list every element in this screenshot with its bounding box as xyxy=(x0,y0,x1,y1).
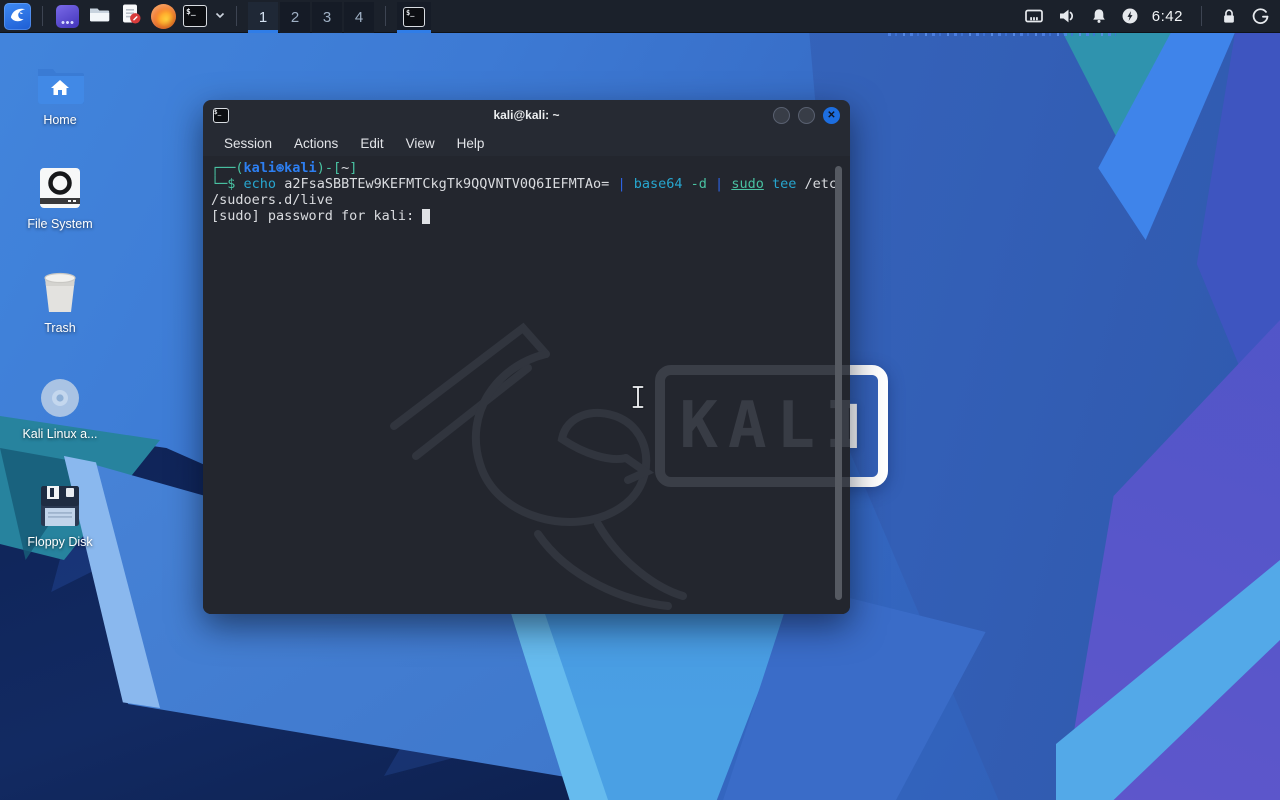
kali-dragon-watermark xyxy=(390,322,687,610)
workspace-pager: 1 2 3 4 xyxy=(248,0,374,33)
floppy-disk-icon xyxy=(8,478,112,528)
home-folder-icon xyxy=(8,56,112,106)
workspace-2[interactable]: 2 xyxy=(280,1,310,33)
menu-session[interactable]: Session xyxy=(213,136,283,151)
taskbar-item-terminal[interactable]: $_ xyxy=(397,1,431,33)
desktop-icon-home[interactable]: Home xyxy=(8,56,112,127)
minimize-button[interactable] xyxy=(773,106,790,124)
window-titlebar[interactable]: $_ kali@kali: ~ ✕ xyxy=(203,100,850,130)
terminal-line: └─$ echo a2FsaSBBTEw9KEFMTCkgTk9QQVNTV0Q… xyxy=(211,176,838,192)
panel-separator xyxy=(42,6,43,26)
menu-view[interactable]: View xyxy=(395,136,446,151)
desktop-root: KALI xyxy=(0,0,1280,800)
terminal-icon: $_ xyxy=(403,7,425,27)
document-edit-icon xyxy=(119,2,143,31)
window-manager-launcher[interactable] xyxy=(54,3,80,29)
terminal-line: /sudoers.d/live xyxy=(211,192,333,208)
terminal-line: [sudo] password for kali: xyxy=(211,208,842,224)
desktop-icon-kali-linux[interactable]: Kali Linux a... xyxy=(8,370,112,441)
desktop-icon-floppy-disk[interactable]: Floppy Disk xyxy=(8,478,112,549)
firefox-launcher[interactable] xyxy=(150,3,176,29)
clock[interactable]: 6:42 xyxy=(1152,8,1183,25)
desktop-icon-label: Kali Linux a... xyxy=(22,427,98,441)
desktop-icon-trash[interactable]: Trash xyxy=(8,264,112,335)
window-terminal-icon: $_ xyxy=(213,107,229,123)
terminal-launcher[interactable]: $_ xyxy=(182,3,208,29)
text-editor-launcher[interactable] xyxy=(118,3,144,29)
kali-dragon-icon xyxy=(8,4,27,28)
chevron-down-icon[interactable] xyxy=(215,10,225,22)
terminal-line: ┌──(kali⊛kali)-[~] xyxy=(211,160,358,176)
kali-menu-button[interactable] xyxy=(4,2,31,30)
desktop-icon-label: File System xyxy=(27,217,93,231)
optical-disc-icon xyxy=(8,370,112,420)
terminal-window: $_ kali@kali: ~ ✕ Session Actions Edit V… xyxy=(203,100,850,614)
workspace-4[interactable]: 4 xyxy=(344,1,374,33)
notifications-bell-icon[interactable] xyxy=(1090,7,1108,25)
menu-edit[interactable]: Edit xyxy=(349,136,394,151)
top-panel: $_ 1 2 3 4 $_ 6:42 xyxy=(0,0,1280,33)
menu-actions[interactable]: Actions xyxy=(283,136,349,151)
window-title: kali@kali: ~ xyxy=(493,108,560,122)
lock-screen-icon[interactable] xyxy=(1220,7,1238,25)
terminal-scrollbar[interactable] xyxy=(835,166,842,600)
kali-logo-watermark: KALI xyxy=(655,365,850,487)
folder-icon xyxy=(87,2,111,31)
log-out-icon[interactable] xyxy=(1251,7,1270,26)
file-manager-launcher[interactable] xyxy=(86,3,112,29)
desktop-icon-label: Trash xyxy=(44,321,76,335)
ethernet-network-icon[interactable] xyxy=(1024,7,1044,25)
close-button[interactable]: ✕ xyxy=(823,106,840,124)
terminal-content[interactable]: KALI ┌──(kali⊛kali)-[~]└─$ echo a2FsaSBB… xyxy=(203,156,850,614)
trash-bucket-icon xyxy=(8,264,112,314)
desktop-icon-label: Home xyxy=(43,113,77,127)
hard-drive-icon xyxy=(8,160,112,210)
terminal-icon: $_ xyxy=(183,5,207,27)
workspace-3[interactable]: 3 xyxy=(312,1,342,33)
window-manager-icon xyxy=(55,4,79,28)
firefox-icon xyxy=(150,3,176,29)
desktop-icon-file-system[interactable]: File System xyxy=(8,160,112,231)
power-manager-icon[interactable] xyxy=(1121,7,1139,25)
panel-separator xyxy=(1201,6,1202,26)
menu-help[interactable]: Help xyxy=(446,136,496,151)
terminal-menubar: Session Actions Edit View Help xyxy=(203,130,850,156)
panel-separator xyxy=(236,6,237,26)
maximize-button[interactable] xyxy=(798,106,815,124)
desktop-icon-label: Floppy Disk xyxy=(27,535,93,549)
terminal-output: ┌──(kali⊛kali)-[~] └─$ echo a2FsaSBBTEw9K… xyxy=(203,156,850,228)
mouse-ibeam-cursor xyxy=(630,384,646,415)
panel-separator xyxy=(385,6,386,26)
workspace-1[interactable]: 1 xyxy=(248,1,278,33)
volume-icon[interactable] xyxy=(1057,7,1077,25)
